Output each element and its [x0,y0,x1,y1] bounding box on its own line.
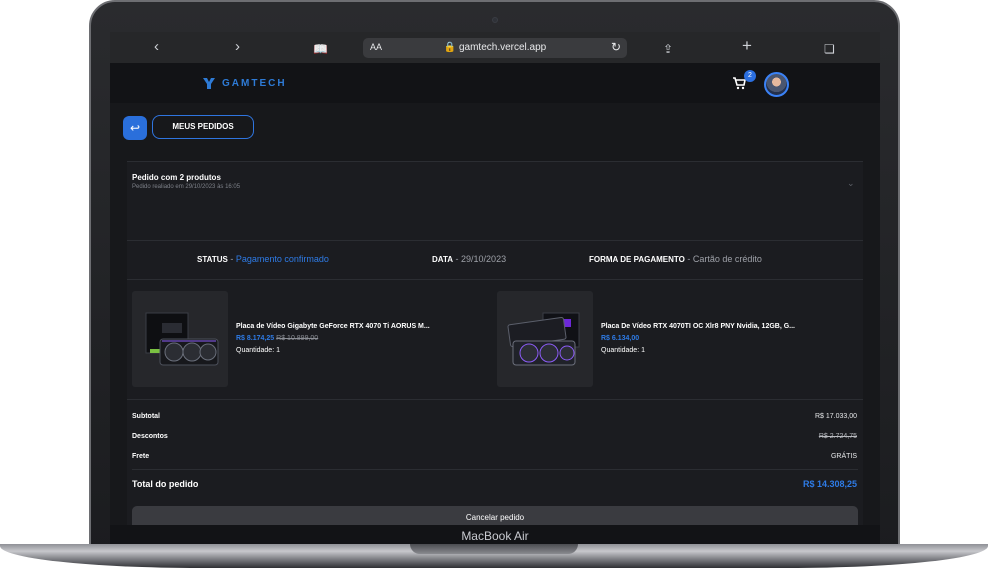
page-content: ↩ MEUS PEDIDOS Pedido com 2 produtos Ped… [110,103,880,525]
browser-toolbar: ‹ › 📖 AA 🔒 gamtech.vercel.app ↻ ⇪ + ❏ [110,32,880,63]
status-value: Pagamento confirmado [235,254,329,264]
total-label: Total do pedido [132,479,199,489]
status-label: STATUS [197,255,228,264]
url-value: gamtech.vercel.app [458,42,547,53]
date-label: DATA [432,255,454,264]
screen-bezel: MacBook Air [110,525,880,546]
order-date: DATA - 29/10/2023 [432,254,507,264]
order-title[interactable]: Pedido com 2 produtos [132,173,221,182]
subtotal-label: Subtotal [132,413,160,420]
product-image[interactable] [497,291,593,387]
order-date-subtitle: Pedido realiado em 29/10/2023 às 16:05 [132,184,241,190]
camera [492,17,498,23]
chevron-left-icon[interactable]: ‹ [154,38,159,56]
brand-name: GAMTECH [222,77,287,89]
date-value: 29/10/2023 [461,254,507,264]
order-payment: FORMA DE PAGAMENTO - Cartão de crédito [589,254,762,264]
back-button[interactable]: ↩ [123,116,147,140]
shipping-value: GRÁTIS [830,453,857,460]
divider [127,279,863,280]
book-icon[interactable]: 📖 [313,40,328,58]
gpu-image [507,312,580,366]
total-value: R$ 14.308,25 [802,479,857,489]
product-name[interactable]: Placa de Vídeo Gigabyte GeForce RTX 4070… [236,323,430,330]
discount-value: R$ 2.724,75 [818,433,857,440]
divider [127,399,863,400]
reload-icon[interactable]: ↻ [611,40,621,54]
cart-count-badge: 2 [744,70,756,82]
product-price: R$ 6.134,00 [601,335,640,342]
divider [127,240,863,241]
payment-value: Cartão de crédito [692,254,762,264]
product-quantity: Quantidade: 1 [601,347,645,354]
product-name[interactable]: Placa De Vídeo RTX 4070TI OC Xlr8 PNY Nv… [601,323,795,330]
my-orders-button[interactable]: MEUS PEDIDOS [152,115,254,139]
tabs-icon[interactable]: ❏ [824,40,835,58]
url-text: 🔒 gamtech.vercel.app [443,42,547,53]
app-header: GAMTECH 2 [110,63,880,103]
brand-logo[interactable]: GAMTECH [202,76,287,90]
cancel-order-button[interactable]: Cancelar pedido [132,506,858,525]
shipping-label: Frete [132,453,150,460]
brand-logo-icon [203,78,215,89]
subtotal-value: R$ 17.033,00 [814,413,857,420]
product-quantity: Quantidade: 1 [236,347,280,354]
order-status: STATUS - Pagamento confirmado [197,254,329,264]
divider [132,469,858,470]
product-image[interactable] [132,291,228,387]
divider [127,161,863,162]
plus-icon[interactable]: + [742,37,752,55]
order-card [127,161,863,525]
address-bar[interactable]: AA 🔒 gamtech.vercel.app ↻ [363,38,627,58]
chevron-right-icon[interactable]: › [235,38,240,56]
product-current-price: R$ 8.174,25 [236,335,275,342]
product-price: R$ 8.174,25 R$ 10.899,00 [236,335,318,342]
gpu-image [145,312,219,366]
device-label: MacBook Air [461,529,529,543]
return-arrow-icon: ↩ [129,121,141,135]
laptop-notch [410,544,578,554]
share-icon[interactable]: ⇪ [663,40,673,58]
avatar[interactable] [764,72,789,97]
payment-label: FORMA DE PAGAMENTO [589,255,685,264]
screen: ‹ › 📖 AA 🔒 gamtech.vercel.app ↻ ⇪ + ❏ GA… [110,32,880,525]
discount-label: Descontos [132,433,168,440]
chevron-down-icon[interactable]: ⌄ [847,178,855,189]
product-old-price: R$ 10.899,00 [276,335,319,342]
